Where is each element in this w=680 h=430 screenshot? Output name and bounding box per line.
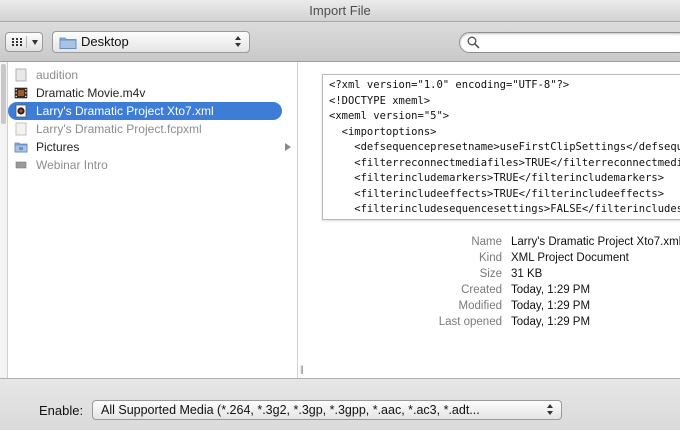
preview-line: <filterreconnectmediafiles>TRUE</filterr… — [354, 156, 680, 169]
info-key-modified: Modified — [458, 300, 502, 312]
preview-line: <!DOCTYPE xmeml> — [329, 94, 431, 107]
info-value-kind: XML Project Document — [511, 252, 629, 264]
preview-line: <displaynonfatalerrors>FALSE</displaynon… — [329, 219, 680, 220]
folder-icon — [59, 37, 77, 49]
file-preview: <?xml version="1.0" encoding="UTF-8"?> <… — [322, 74, 680, 220]
options-bar: Enable: All Supported Media (*.264, *.3g… — [0, 378, 680, 430]
file-name: Dramatic Movie.m4v — [36, 86, 146, 100]
file-name: Larry's Dramatic Project Xto7.xml — [36, 104, 214, 118]
file-name: Pictures — [36, 140, 80, 154]
preview-line: <filterincludesequencesettings>FALSE</fi… — [354, 203, 680, 215]
fcp-doc-icon — [15, 122, 27, 136]
search-field[interactable] — [459, 32, 680, 53]
info-value-name: Larry's Dramatic Project Xto7.xml — [511, 236, 680, 248]
preview-line: <xmeml version="5"> — [329, 110, 450, 122]
file-name: audition — [36, 68, 79, 82]
enable-label: Enable: — [39, 403, 84, 418]
popup-arrows-icon — [547, 404, 555, 416]
file-list-column: audition Dramatic Movie.m4v Larry's Dram… — [8, 62, 298, 378]
view-mode-button[interactable] — [5, 32, 43, 52]
xml-doc-icon — [15, 104, 27, 118]
info-value-modified: Today, 1:29 PM — [511, 300, 591, 312]
file-name: Larry's Dramatic Project.fcpxml — [36, 122, 202, 136]
info-key-name: Name — [471, 236, 502, 248]
info-value-created: Today, 1:29 PM — [511, 284, 591, 296]
file-name: Webinar Intro — [36, 158, 108, 172]
popup-arrows-icon — [235, 36, 243, 48]
generic-doc-icon — [15, 68, 27, 82]
preview-line: <defsequencepresetname>useFirstClipSetti… — [354, 141, 680, 153]
info-key-kind: Kind — [478, 252, 502, 264]
preview-line: <filterincludemarkers>TRUE</filterinclud… — [329, 172, 665, 184]
window-titlebar: Import File — [0, 0, 680, 22]
file-browser: audition Dramatic Movie.m4v Larry's Dram… — [0, 62, 680, 378]
preview-line: <importoptions> — [329, 125, 437, 138]
preview-line: <filterincludeeffects>TRUE</filterinclud… — [329, 187, 665, 200]
generic-doc-icon — [15, 161, 27, 169]
enable-filter-value: All Supported Media (*.264, *.3g2, *.3gp… — [101, 403, 480, 417]
movie-icon — [14, 87, 28, 99]
info-value-last-opened: Today, 1:29 PM — [511, 316, 591, 328]
scrollbar-thumb[interactable] — [1, 64, 6, 124]
left-scrollbar[interactable] — [0, 62, 8, 378]
window-title: Import File — [309, 3, 371, 18]
info-value-size: 31 KB — [511, 268, 543, 280]
info-key-size: Size — [479, 268, 502, 280]
file-row-pictures[interactable]: Pictures — [8, 138, 297, 156]
preview-text: <?xml version="1.0" encoding="UTF-8"?> <… — [323, 75, 680, 220]
preview-line: <?xml version="1.0" encoding="UTF-8"?> — [329, 79, 570, 91]
divider — [26, 36, 27, 48]
enable-filter-popup[interactable]: All Supported Media (*.264, *.3g2, *.3gp… — [92, 400, 562, 420]
column-resize-handle[interactable]: || — [300, 364, 304, 374]
toolbar: Desktop — [0, 22, 680, 62]
file-row-audition[interactable]: audition — [8, 66, 297, 84]
folder-icon — [14, 142, 28, 153]
disclosure-arrow-icon — [285, 143, 291, 151]
search-input[interactable] — [484, 35, 678, 52]
view-grid-icon — [12, 38, 22, 46]
file-row-fcpxml[interactable]: Larry's Dramatic Project.fcpxml — [8, 120, 297, 138]
location-popup[interactable]: Desktop — [52, 31, 250, 53]
chevron-down-icon — [32, 40, 38, 45]
info-key-created: Created — [461, 284, 502, 296]
location-label: Desktop — [81, 34, 129, 49]
search-icon — [467, 36, 480, 49]
file-row-dramatic-movie[interactable]: Dramatic Movie.m4v — [8, 84, 297, 102]
info-key-last-opened: Last opened — [438, 316, 502, 328]
file-row-xml-project[interactable]: Larry's Dramatic Project Xto7.xml — [8, 102, 297, 120]
file-row-webinar-intro[interactable]: Webinar Intro — [8, 156, 297, 174]
